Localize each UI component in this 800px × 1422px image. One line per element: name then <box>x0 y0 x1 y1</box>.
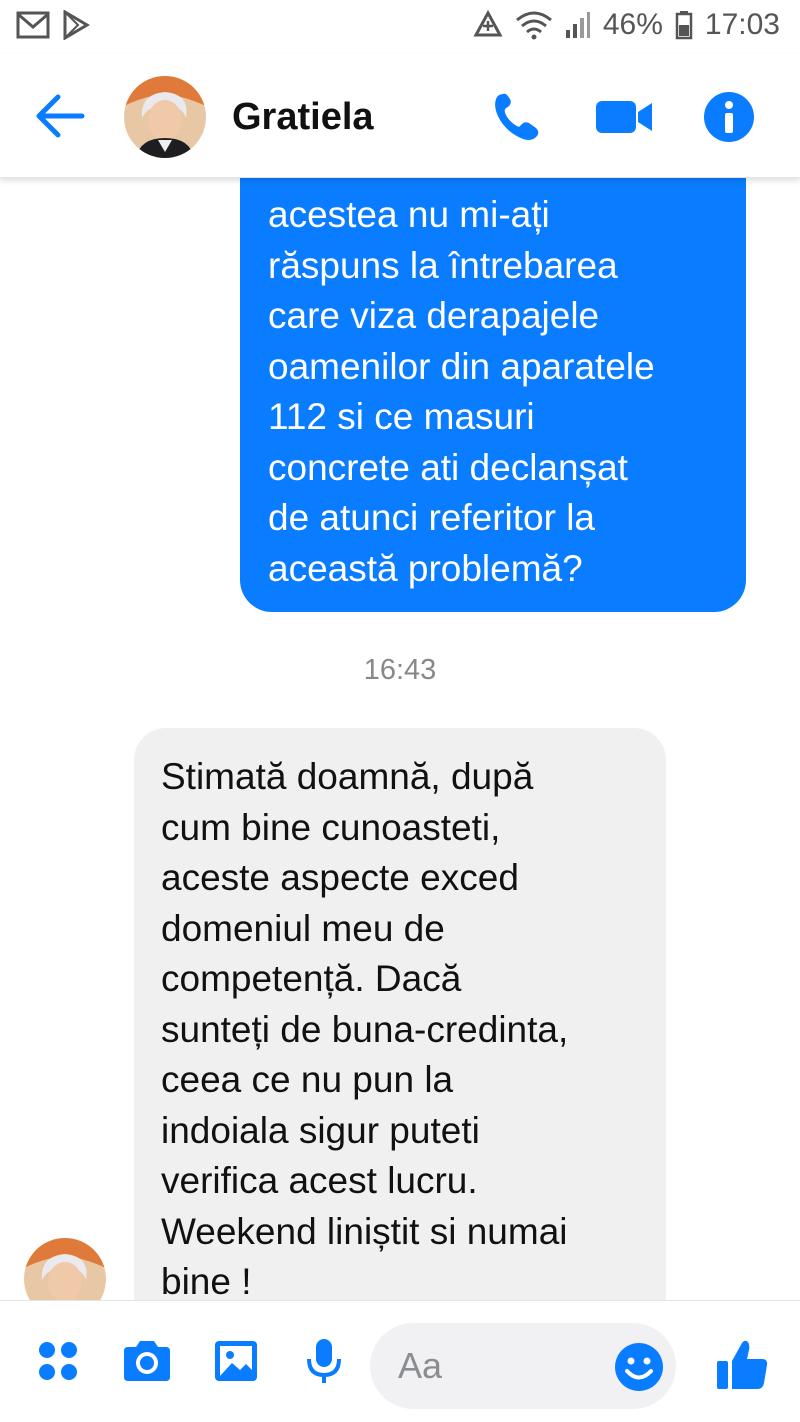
battery-percent: 46% <box>602 8 663 41</box>
status-right: 46% 17:03 <box>473 8 780 42</box>
message-timestamp: 16:43 <box>363 654 437 686</box>
contact-name[interactable]: Gratiela <box>232 96 374 139</box>
message-line: concrete ati declanșat <box>268 446 628 488</box>
message-line: aceste aspecte exced <box>161 857 519 898</box>
apps-icon[interactable] <box>34 1337 82 1385</box>
signal-icon <box>565 12 590 38</box>
info-icon[interactable] <box>702 90 756 144</box>
back-arrow-icon[interactable] <box>30 90 90 142</box>
message-composer <box>0 1300 800 1422</box>
chat-header: Gratiela <box>0 54 800 178</box>
message-line: competență. Dacă <box>161 958 462 999</box>
status-bar: 46% 17:03 <box>0 0 800 54</box>
microphone-icon[interactable] <box>300 1337 348 1385</box>
message-line: această problemă? <box>268 547 583 589</box>
outgoing-message-bubble[interactable]: acestea nu mi-ați răspuns la întrebarea … <box>240 178 746 612</box>
gallery-icon[interactable] <box>212 1337 260 1385</box>
clock: 17:03 <box>704 8 780 41</box>
gmail-icon <box>16 11 50 39</box>
camera-icon[interactable] <box>120 1337 174 1385</box>
incoming-message-bubble[interactable]: Stimată doamnă, după cum bine cunoasteti… <box>134 728 666 1300</box>
message-line: Weekend liniștit si numai <box>161 1210 568 1252</box>
thumbs-up-icon[interactable] <box>714 1337 770 1393</box>
wifi-icon <box>515 11 552 40</box>
message-line: de atunci referitor la <box>268 497 596 538</box>
message-line: acestea nu mi-ați <box>268 194 550 235</box>
message-line: sunteți de buna-credinta, <box>161 1008 569 1050</box>
emoji-icon[interactable] <box>614 1342 664 1392</box>
play-store-icon <box>63 10 90 40</box>
message-line: indoiala sigur puteti <box>161 1109 480 1151</box>
messenger-screen: 46% 17:03 Gratiela acestea nu mi-ați răs… <box>0 0 800 1422</box>
message-line: cum bine cunoasteti, <box>161 806 501 848</box>
message-line: ceea ce nu pun la <box>161 1059 454 1100</box>
data-saver-icon <box>473 10 503 37</box>
message-line: 112 si ce masuri <box>268 396 535 437</box>
status-left <box>16 10 90 40</box>
message-line: care viza derapajele <box>268 295 600 336</box>
message-line: răspuns la întrebarea <box>268 244 618 286</box>
message-line: Stimată doamnă, după <box>161 756 534 797</box>
message-line: bine ! <box>161 1261 252 1300</box>
message-line: verifica acest lucru. <box>161 1160 478 1201</box>
sender-avatar[interactable] <box>24 1238 106 1300</box>
battery-icon <box>675 11 693 40</box>
video-camera-icon[interactable] <box>594 90 654 144</box>
contact-avatar[interactable] <box>124 76 206 158</box>
conversation-area[interactable]: acestea nu mi-ați răspuns la întrebarea … <box>0 178 800 1300</box>
phone-icon[interactable] <box>490 90 544 144</box>
message-line: domeniul meu de <box>161 907 445 949</box>
message-line: oamenilor din aparatele <box>268 345 655 387</box>
